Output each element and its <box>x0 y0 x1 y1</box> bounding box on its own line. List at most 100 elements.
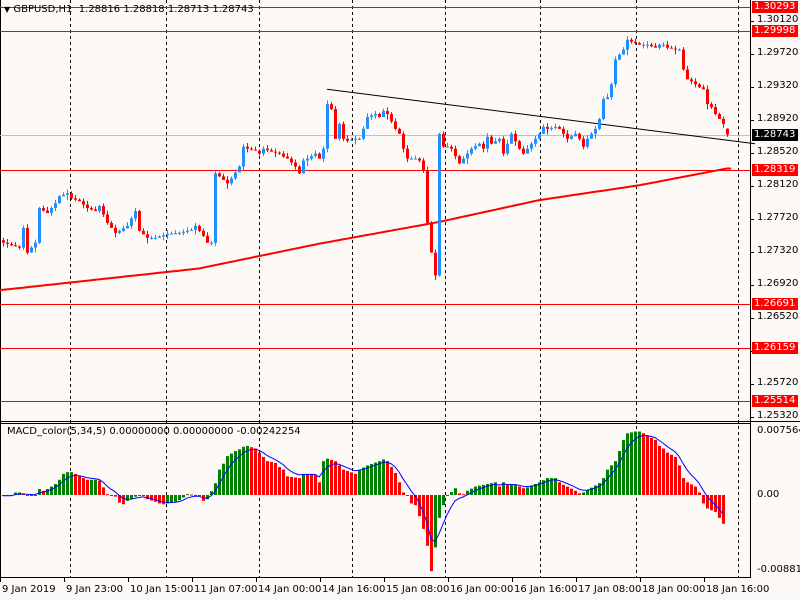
candle-bearish <box>426 170 429 223</box>
candle-bearish <box>422 160 425 171</box>
candle-bearish <box>78 199 81 202</box>
macd-histogram-bar <box>94 479 97 495</box>
candle-bearish <box>394 121 397 129</box>
macd-histogram-bar <box>58 479 61 495</box>
candle-bearish <box>146 234 149 238</box>
macd-histogram-bar <box>618 451 621 495</box>
macd-histogram-bar <box>186 494 189 496</box>
candle-bearish <box>110 222 113 228</box>
macd-histogram-bar <box>642 433 645 495</box>
macd-histogram-bar <box>110 495 113 496</box>
macd-histogram-bar <box>182 495 185 498</box>
macd-histogram-bar <box>190 494 193 496</box>
candle-bullish <box>614 59 617 85</box>
macd-histogram-bar <box>366 465 369 495</box>
macd-histogram-bar <box>130 495 133 499</box>
candle-bearish <box>294 162 297 167</box>
candle-bearish <box>674 48 677 50</box>
macd-histogram-bar <box>578 493 581 495</box>
candle-bearish <box>2 240 5 243</box>
candle-bearish <box>630 39 633 42</box>
candle-bullish <box>314 153 317 157</box>
candle-bullish <box>366 116 369 129</box>
macd-histogram-bar <box>302 473 305 495</box>
macd-histogram-bar <box>674 456 677 495</box>
level-price-label: 1.29998 <box>752 25 798 37</box>
candle-bullish <box>358 138 361 140</box>
candle-bearish <box>558 126 561 129</box>
candle-bullish <box>370 115 373 117</box>
macd-histogram-bar <box>106 494 109 496</box>
candle-bullish <box>410 158 413 160</box>
candle-bearish <box>6 242 9 244</box>
candle-bullish <box>162 235 165 237</box>
macd-histogram-bar <box>162 495 165 505</box>
macd-histogram-bar <box>586 489 589 495</box>
macd-histogram-bar <box>234 451 237 495</box>
candle-bearish <box>14 245 17 247</box>
macd-histogram-bar <box>718 495 721 518</box>
candle-bullish <box>166 233 169 236</box>
candle-bearish <box>70 193 73 199</box>
macd-histogram-bar <box>518 486 521 495</box>
candle-bearish <box>518 141 521 149</box>
candle-bullish <box>122 228 125 231</box>
candle-bullish <box>610 84 613 98</box>
macd-histogram-bar <box>558 482 561 495</box>
candle-bullish <box>58 196 61 204</box>
macd-histogram-bar <box>482 484 485 495</box>
macd-histogram-bar <box>362 467 365 495</box>
candle-bullish <box>186 230 189 232</box>
candle-bullish <box>214 173 217 243</box>
macd-histogram-bar <box>250 447 253 495</box>
chart-canvas <box>0 0 800 582</box>
candle-bearish <box>482 143 485 149</box>
candle-bearish <box>522 148 525 154</box>
candle-bearish <box>634 41 637 44</box>
price-tick-label: 1.27720 <box>757 211 799 223</box>
candle-bearish <box>282 153 285 157</box>
candle-bullish <box>238 166 241 173</box>
candle-bearish <box>406 148 409 159</box>
candle-bullish <box>306 158 309 161</box>
candle-bullish <box>338 123 341 139</box>
macd-histogram-bar <box>310 474 313 495</box>
candle-bullish <box>494 141 497 144</box>
macd-histogram-bar <box>170 495 173 503</box>
chart-header: ▼ GBPUSD,H1 1.28816 1.28818 1.28713 1.28… <box>4 4 254 15</box>
macd-histogram-bar <box>266 461 269 495</box>
macd-histogram-bar <box>562 484 565 495</box>
price-tick-label: 1.26520 <box>757 311 799 322</box>
candle-bullish <box>178 232 181 234</box>
macd-histogram-bar <box>526 487 529 495</box>
candle-bearish <box>290 158 293 163</box>
macd-histogram-bar <box>322 461 325 495</box>
ohlc-values: 1.28816 1.28818 1.28713 1.28743 <box>78 4 254 15</box>
candle-bullish <box>154 237 157 239</box>
candle-bullish <box>606 97 609 100</box>
candle-bullish <box>622 49 625 55</box>
macd-histogram-bar <box>442 495 445 506</box>
macd-histogram-bar <box>98 480 101 495</box>
macd-histogram-bar <box>178 495 181 501</box>
candle-bearish <box>18 246 21 248</box>
candle-bullish <box>662 44 665 46</box>
candle-bearish <box>670 47 673 49</box>
candle-bearish <box>346 138 349 141</box>
candle-bearish <box>226 179 229 184</box>
time-tick-label: 11 Jan 07:00 <box>194 584 258 595</box>
macd-histogram-bar <box>530 485 533 495</box>
triangle-down-icon[interactable]: ▼ <box>4 5 10 14</box>
candle-bullish <box>66 193 69 195</box>
macd-histogram-bar <box>74 473 77 495</box>
macd-histogram-bar <box>126 495 129 501</box>
candle-bearish <box>138 211 141 231</box>
macd-histogram-bar <box>122 495 125 505</box>
macd-histogram-bar <box>666 452 669 495</box>
candle-bullish <box>62 194 65 197</box>
candle-bearish <box>334 109 337 139</box>
candle-bearish <box>202 230 205 236</box>
candle-bearish <box>502 138 505 154</box>
candle-bullish <box>354 138 357 140</box>
candle-bullish <box>182 231 185 233</box>
